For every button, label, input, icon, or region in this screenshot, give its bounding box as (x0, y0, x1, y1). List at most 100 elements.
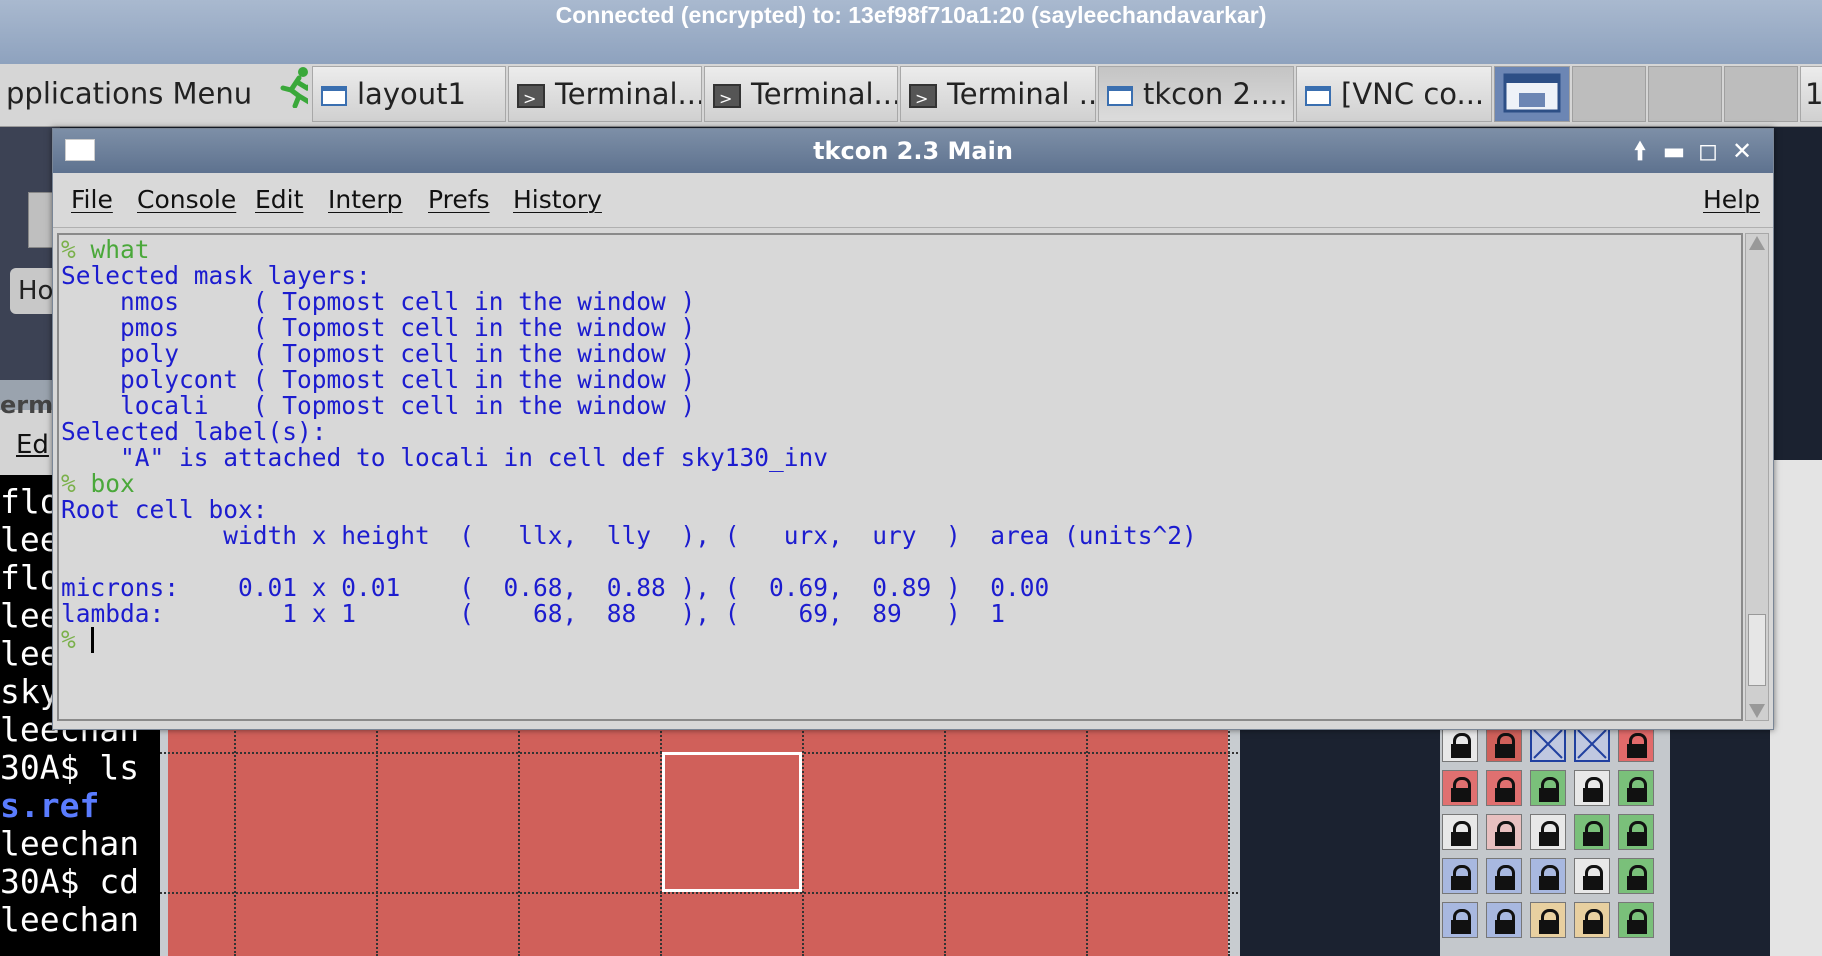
lock-icon[interactable] (1530, 770, 1566, 806)
scroll-down-icon[interactable] (1749, 704, 1765, 718)
console-prompt: % (61, 625, 76, 654)
menu-history[interactable]: History (513, 173, 602, 227)
menu-help[interactable]: Help (1703, 173, 1760, 227)
task-terminal-2[interactable]: Terminal... (704, 66, 898, 122)
grid-line (802, 720, 804, 956)
lock-icon[interactable] (1442, 858, 1478, 894)
tkcon-title: tkcon 2.3 Main (813, 137, 1013, 165)
lock-icon[interactable] (1530, 902, 1566, 938)
lock-icon[interactable] (1486, 902, 1522, 938)
menu-interp[interactable]: Interp (328, 173, 403, 227)
grid-line (160, 892, 1240, 894)
window-icon (321, 86, 347, 106)
background-window-edge (1770, 460, 1822, 956)
lock-icon[interactable] (1618, 814, 1654, 850)
console-line: pmos ( Topmost cell in the window ) (61, 313, 696, 342)
lock-icon[interactable] (1530, 858, 1566, 894)
console-line: % box (61, 471, 1741, 497)
grid-line (1086, 720, 1088, 956)
terminal-line: 30A$ ls (0, 748, 140, 787)
window-icon (1305, 86, 1331, 106)
cross-icon[interactable] (1574, 726, 1610, 762)
task-tkcon[interactable]: tkcon 2.... (1098, 66, 1294, 122)
task-terminal-1[interactable]: Terminal... (508, 66, 702, 122)
cross-icon[interactable] (1530, 726, 1566, 762)
terminal-icon (909, 72, 937, 121)
window-icon[interactable] (65, 139, 95, 161)
workspace-window-icon (1503, 73, 1561, 113)
console-line: Selected mask layers: (61, 261, 371, 290)
workspace-pager-active[interactable] (1494, 66, 1570, 122)
arrow-up-icon[interactable]: 🠙 (1623, 129, 1657, 173)
scroll-up-icon[interactable] (1749, 236, 1765, 250)
workspace-pager-2[interactable] (1572, 66, 1646, 122)
lock-icon[interactable] (1530, 814, 1566, 850)
terminal-line: leechan (0, 824, 140, 863)
applications-menu-button[interactable]: pplications Menu (0, 66, 308, 122)
console-command: box (75, 469, 135, 498)
lock-icon[interactable] (1618, 902, 1654, 938)
lock-icon[interactable] (1486, 814, 1522, 850)
menu-console[interactable]: Console (137, 173, 236, 227)
layer-swatch[interactable] (1486, 726, 1522, 762)
lock-icon[interactable] (1574, 814, 1610, 850)
text-cursor (90, 627, 94, 653)
tkcon-window[interactable]: tkcon 2.3 Main 🠙 ▬ ◻ ✕ File Console Edit… (52, 128, 1774, 730)
lock-icon[interactable] (1442, 902, 1478, 938)
console-scrollbar[interactable] (1745, 233, 1769, 721)
workspace-number[interactable]: 1 (1800, 66, 1822, 122)
console-input[interactable] (76, 625, 91, 654)
console-text-area[interactable]: % what Selected mask layers: nmos ( Topm… (57, 233, 1743, 721)
running-man-icon (277, 66, 308, 122)
lock-icon[interactable] (1618, 858, 1654, 894)
minimize-icon[interactable]: ▬ (1657, 129, 1691, 173)
console-line: Root cell box: (61, 495, 268, 524)
menu-file[interactable]: File (71, 173, 113, 227)
taskbar: pplications Menu layout1 Terminal... Ter… (0, 64, 1822, 127)
lock-icon[interactable] (1442, 726, 1478, 762)
task-layout1[interactable]: layout1 (312, 66, 506, 122)
task-label: layout1 (357, 77, 466, 111)
console-line: polycont ( Topmost cell in the window ) (61, 365, 696, 394)
task-vnc[interactable]: [VNC co... (1296, 66, 1492, 122)
workspace-pager-3[interactable] (1648, 66, 1722, 122)
lock-icon[interactable] (1618, 770, 1654, 806)
maximize-icon[interactable]: ◻ (1691, 129, 1725, 173)
task-label: Terminal... (555, 77, 702, 111)
console-command: what (75, 235, 150, 264)
console-line: "A" is attached to locali in cell def sk… (61, 443, 829, 472)
lock-icon[interactable] (1486, 858, 1522, 894)
cursor-box (662, 752, 802, 892)
close-icon[interactable]: ✕ (1725, 129, 1759, 173)
tkcon-menubar: File Console Edit Interp Prefs History H… (53, 173, 1773, 228)
task-label: Terminal ... (947, 77, 1096, 111)
task-label: [VNC co... (1341, 77, 1485, 111)
menu-edit[interactable]: Edit (255, 173, 303, 227)
lock-icon[interactable] (1486, 770, 1522, 806)
console-line: Selected label(s): (61, 417, 327, 446)
console-line: width x height ( llx, lly ), ( urx, ury … (61, 521, 1197, 550)
grid-line (376, 720, 378, 956)
tkcon-title-bar[interactable]: tkcon 2.3 Main 🠙 ▬ ◻ ✕ (53, 129, 1773, 173)
workspace-pager-4[interactable] (1724, 66, 1798, 122)
menu-prefs[interactable]: Prefs (428, 173, 490, 227)
terminal-line: 30A$ cd (0, 862, 140, 901)
magic-layout-canvas[interactable] (160, 720, 1240, 956)
lock-icon[interactable] (1442, 770, 1478, 806)
lock-icon[interactable] (1442, 814, 1478, 850)
grid-line (234, 720, 236, 956)
lock-icon[interactable] (1574, 770, 1610, 806)
layer-palette[interactable] (1440, 720, 1670, 956)
scrollbar-thumb[interactable] (1748, 614, 1766, 686)
console-line: microns: 0.01 x 0.01 ( 0.68, 0.88 ), ( 0… (61, 573, 1050, 602)
terminal-line: s.ref (0, 786, 100, 825)
console-input-line[interactable]: % (61, 627, 1741, 653)
grid-line (944, 720, 946, 956)
task-terminal-3[interactable]: Terminal ... (900, 66, 1096, 122)
lock-icon[interactable] (1574, 902, 1610, 938)
lock-icon[interactable] (1574, 858, 1610, 894)
terminal-line: leechan (0, 900, 140, 939)
lock-icon[interactable] (1618, 726, 1654, 762)
desktop-background (0, 127, 60, 387)
